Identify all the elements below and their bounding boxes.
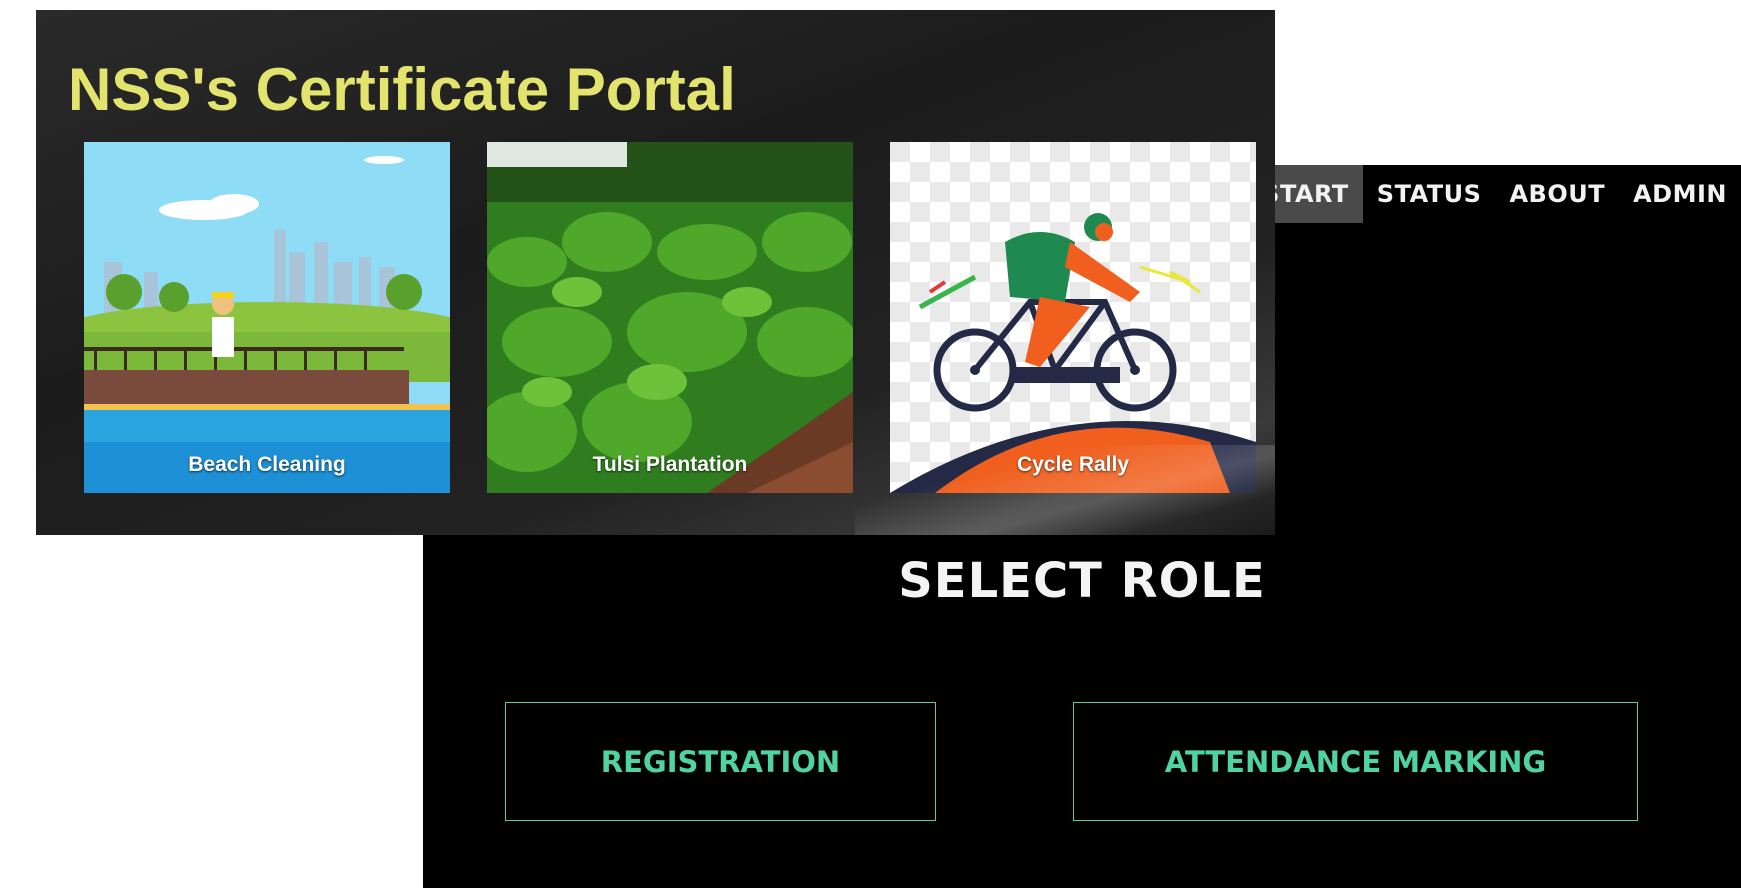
card-label: Cycle Rally: [1016, 453, 1130, 476]
nav-status[interactable]: STATUS: [1363, 165, 1496, 223]
card-label: Tulsi Plantation: [592, 453, 748, 476]
nav-about[interactable]: ABOUT: [1495, 165, 1619, 223]
portal-title: NSS's Certificate Portal: [68, 56, 736, 123]
registration-button[interactable]: REGISTRATION: [505, 702, 936, 821]
beach-cleaning-illustration: [84, 142, 450, 493]
attendance-marking-button[interactable]: ATTENDANCE MARKING: [1073, 702, 1638, 821]
card-cycle-rally[interactable]: Cycle Rally: [890, 142, 1256, 493]
card-label: Beach Cleaning: [188, 453, 346, 476]
portal-banner: NSS's Certificate Portal Beach Cleaning …: [36, 10, 1275, 535]
cycle-rally-illustration: [890, 142, 1256, 493]
select-role-heading: SELECT ROLE: [898, 553, 1266, 609]
nav-admin[interactable]: ADMIN: [1619, 165, 1741, 223]
top-nav: START STATUS ABOUT ADMIN: [1248, 165, 1741, 223]
card-beach-cleaning[interactable]: Beach Cleaning: [84, 142, 450, 493]
tulsi-plantation-photo: [487, 142, 853, 493]
card-tulsi-plantation[interactable]: Tulsi Plantation: [487, 142, 853, 493]
